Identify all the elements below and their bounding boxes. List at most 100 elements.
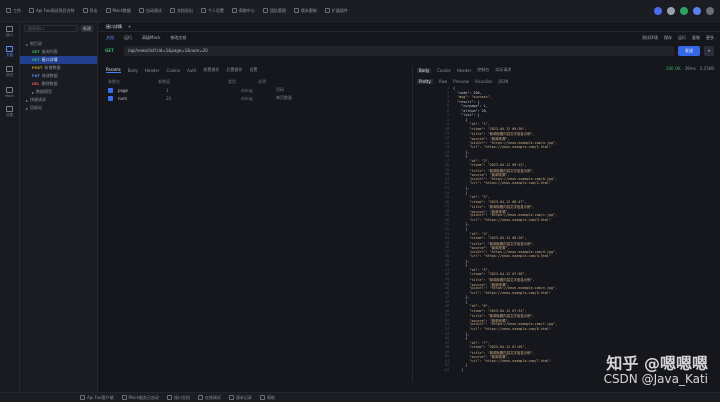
param-checkbox[interactable] (108, 87, 113, 93)
rail-item[interactable]: 接口 (0, 22, 19, 42)
param-type[interactable]: string (241, 88, 271, 93)
tree-item[interactable]: GET 接口详情 (20, 56, 97, 64)
toolbar-item[interactable]: 文档导出 (169, 8, 193, 14)
toolbar-item[interactable]: 个人设置 (200, 8, 224, 14)
status-bar-item[interactable]: Api Fox客户端 (80, 395, 114, 401)
status-bar-item[interactable]: 版本记录 (228, 395, 252, 401)
toolbar-item[interactable]: Api Fox测试项目名称 (29, 8, 75, 14)
rail-item-icon (6, 66, 13, 72)
env-action[interactable]: 复制 (692, 35, 700, 41)
url-input[interactable]: /api/news/list?cid=1&page=1&num=20 (124, 46, 674, 56)
status-bar-item[interactable]: 接口文档 (166, 395, 190, 401)
editor-tab[interactable]: + (128, 24, 131, 29)
param-type[interactable]: string (241, 96, 271, 101)
response-format-tab[interactable]: Preview (453, 79, 469, 84)
response-tab[interactable]: 控制台 (477, 67, 489, 73)
response-format-tab[interactable]: Visualize (475, 79, 493, 84)
status-dot-icon[interactable] (667, 6, 675, 15)
env-action[interactable]: 更多 (706, 35, 714, 41)
tree-item[interactable]: DEL 删除数据 (20, 80, 97, 88)
mode-tab[interactable]: 修改文档 (170, 35, 186, 41)
toolbar-item-label: Mock数据 (112, 7, 131, 13)
request-tab[interactable]: Body (128, 68, 138, 73)
env-action[interactable]: 测试环境 (642, 35, 658, 41)
request-tab[interactable]: 前置操作 (203, 67, 219, 73)
toolbar-item[interactable]: 帮助中心 (231, 8, 255, 14)
folder-icon: ▸ (32, 89, 35, 95)
rail-item-label: 设置 (6, 113, 13, 117)
send-button[interactable]: 发送 (678, 46, 700, 56)
request-tab[interactable]: Auth (187, 68, 196, 73)
response-tab[interactable]: Cookie (437, 68, 451, 73)
toolbar-item[interactable]: 扩展插件 (324, 8, 348, 14)
mode-tab[interactable]: 高级Mock (142, 35, 160, 41)
method-select[interactable]: GET (102, 46, 120, 56)
request-tab[interactable]: Cookie (166, 68, 180, 73)
param-name[interactable]: num (118, 96, 161, 101)
status-bar-item[interactable]: 在线调试 (197, 395, 221, 401)
toolbar-item-icon (29, 8, 34, 13)
rail-item[interactable]: 文档 (0, 42, 19, 62)
request-tab[interactable]: Params (106, 67, 121, 73)
tree-item-label: 数据模型 (36, 89, 53, 94)
tree-item[interactable]: ▸ 回收站 (20, 104, 97, 112)
toolbar-item[interactable]: Mock数据 (105, 7, 131, 14)
tree-item[interactable]: ▸ 快捷请求 (20, 96, 97, 104)
folder-icon: ▸ (26, 105, 29, 111)
method-badge: GET (32, 58, 40, 62)
response-format-tab[interactable]: Pretty (417, 78, 433, 84)
param-value[interactable]: 1 (166, 88, 236, 93)
param-desc[interactable]: 每页数量 (276, 95, 356, 101)
param-desc[interactable]: 页码 (276, 87, 356, 93)
response-status-item: 2.25KB (699, 66, 714, 71)
response-tab[interactable]: Body (417, 67, 432, 73)
toolbar-item[interactable]: 导出 (82, 8, 98, 14)
status-bar-item[interactable]: 帮助 (259, 395, 275, 401)
response-tab[interactable]: Header (457, 68, 472, 73)
search-input[interactable]: 搜索接口 (24, 24, 78, 32)
toolbar-item[interactable]: 工作 (6, 8, 21, 14)
response-format-tab[interactable]: JSON (499, 79, 509, 84)
tree-item[interactable]: ▸ 数据模型 (20, 88, 97, 96)
toolbar-item-icon (169, 8, 175, 13)
request-tab[interactable]: 后置操作 (226, 67, 242, 73)
status-dot-icon[interactable] (706, 6, 714, 15)
request-tab[interactable]: Header (145, 68, 160, 73)
env-action[interactable]: 保存 (664, 35, 672, 41)
tree-item[interactable]: GET 查询列表 (20, 48, 97, 56)
toolbar-item[interactable]: 版本更新 (293, 8, 317, 14)
param-checkbox[interactable] (108, 95, 113, 101)
request-tab[interactable]: 设置 (249, 67, 257, 73)
watermark: 知乎 @嗯嗯嗯 CSDN @Java_Kati (604, 350, 708, 386)
param-name[interactable]: page (118, 88, 161, 93)
params-header-cell: 类型 (228, 79, 236, 84)
mode-tab[interactable]: 文档 (106, 35, 114, 41)
editor-tab[interactable]: 接口详情 (106, 24, 122, 30)
rail-item[interactable]: 测试 (0, 62, 19, 82)
tree-item-label: 新增数据 (44, 65, 61, 70)
send-dropdown-button[interactable]: ▾ (704, 46, 714, 56)
rail-item-label: 文档 (6, 53, 13, 57)
response-tab[interactable]: 实际请求 (495, 67, 511, 73)
status-dot-icon[interactable] (680, 6, 688, 15)
env-action[interactable]: 运行 (678, 35, 686, 41)
mode-tab[interactable]: 运行 (124, 35, 132, 41)
tree-item[interactable]: PUT 修改数据 (20, 72, 97, 80)
new-button[interactable]: 新建 (81, 24, 93, 32)
sidebar-search-row: 搜索接口 新建 (24, 24, 93, 32)
rail-item[interactable]: Mock (0, 82, 19, 102)
rail-item[interactable]: 设置 (0, 102, 19, 122)
toolbar-item-icon (293, 8, 299, 13)
toolbar-item[interactable]: 团队管理 (262, 8, 286, 14)
status-bar-icon (166, 395, 172, 400)
status-bar-item[interactable]: Mock服务已启动 (121, 395, 159, 401)
request-pane: Params Body Header Cookie Auth 前置操作 后置操作 设置 参数名… (102, 66, 410, 382)
tree-item[interactable]: POST 新增数据 (20, 64, 97, 72)
tree-item-label: 根目录 (30, 41, 43, 46)
status-dot-icon[interactable] (693, 6, 701, 15)
status-dot-icon[interactable] (654, 6, 662, 15)
toolbar-item[interactable]: 自动测试 (138, 8, 162, 14)
param-value[interactable]: 20 (166, 96, 236, 101)
response-format-tab[interactable]: Raw (439, 79, 447, 84)
tree-item[interactable]: ▸ 根目录 (20, 40, 97, 48)
